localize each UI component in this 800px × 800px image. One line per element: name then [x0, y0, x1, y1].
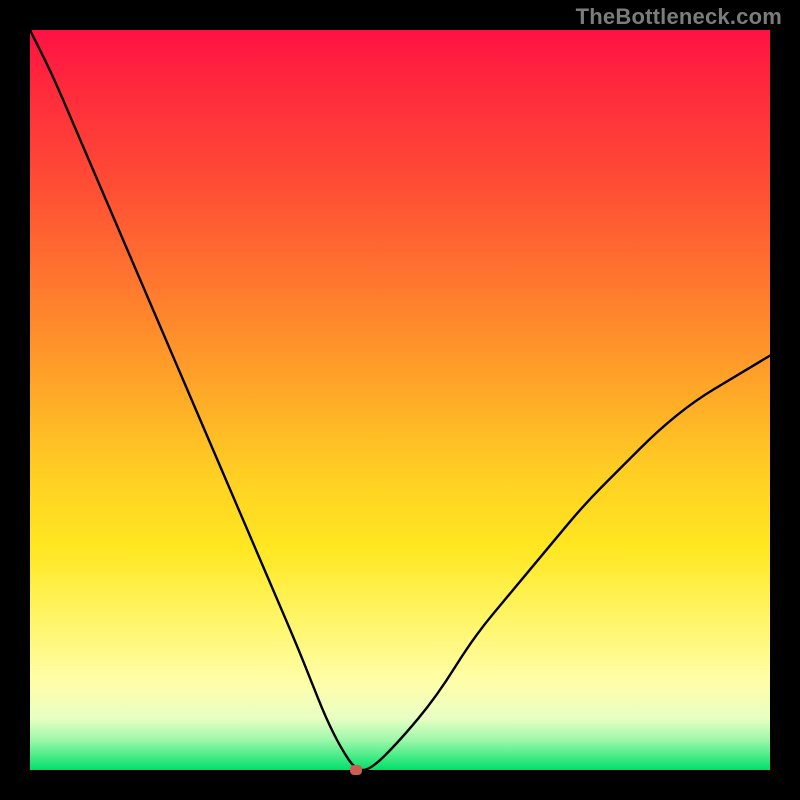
plot-area [30, 30, 770, 770]
bottleneck-curve [30, 30, 770, 770]
chart-frame: TheBottleneck.com [0, 0, 800, 800]
watermark-label: TheBottleneck.com [576, 4, 782, 30]
optimal-point-marker [350, 765, 362, 775]
